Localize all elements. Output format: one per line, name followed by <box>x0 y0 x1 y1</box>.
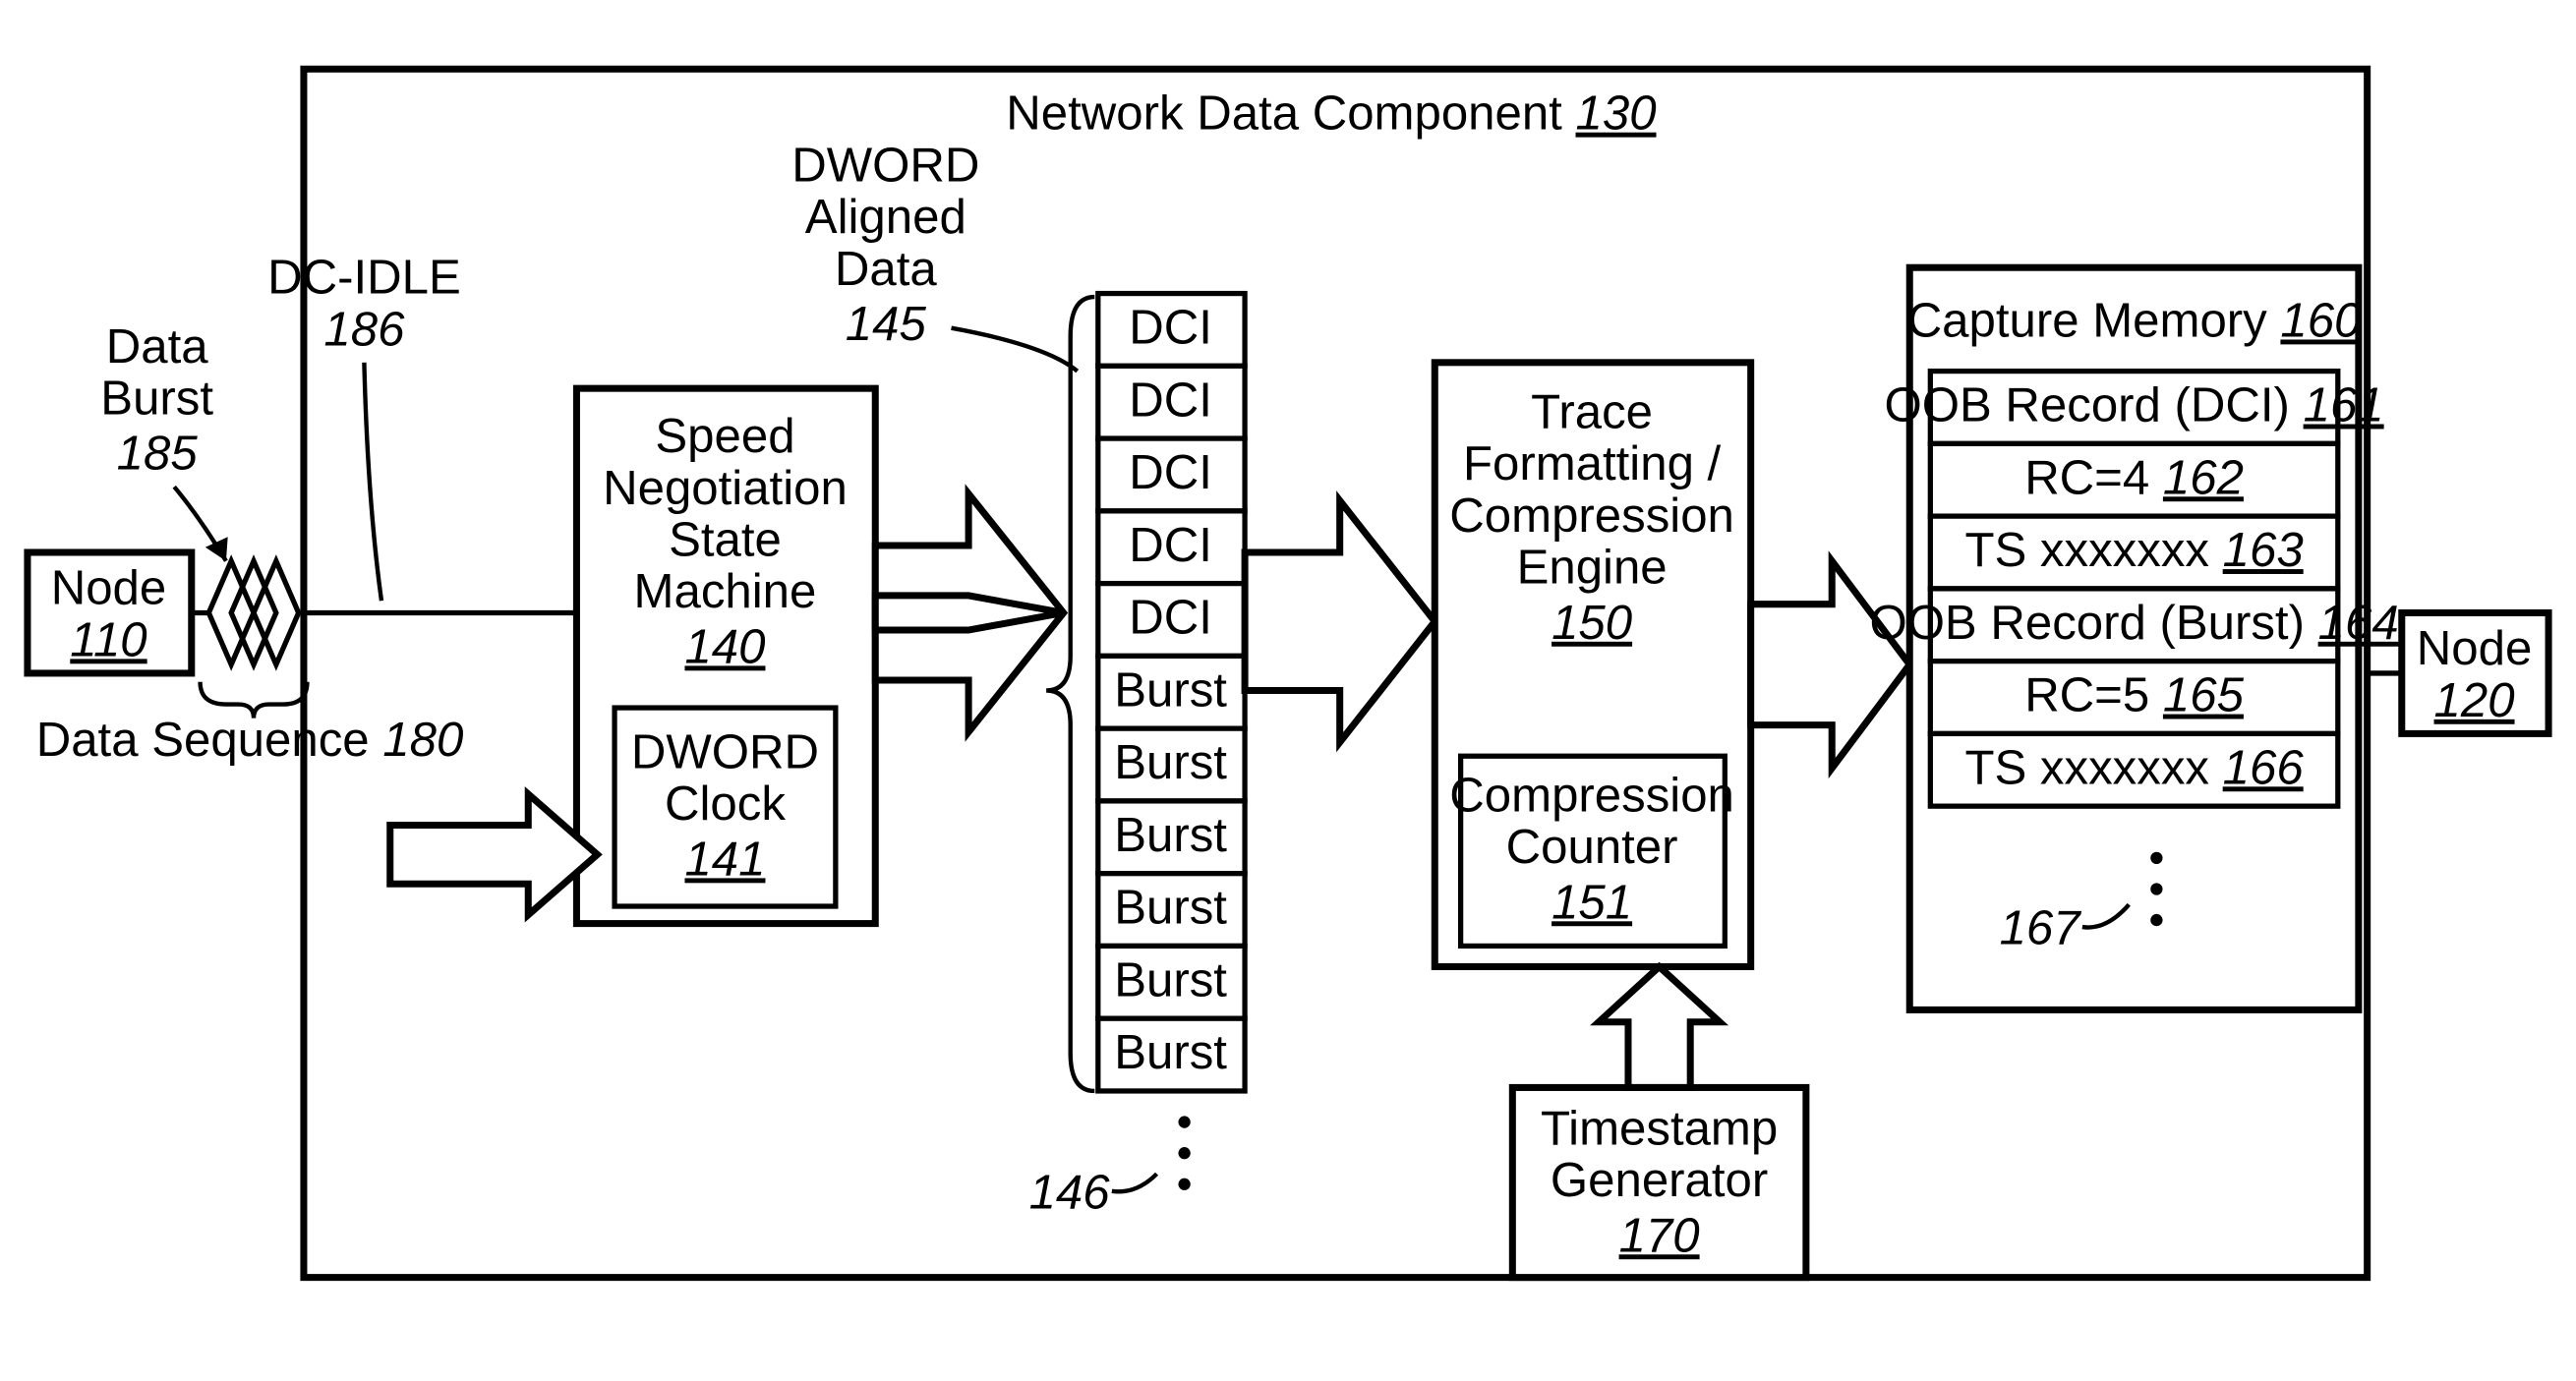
counter-ref: 151 <box>1551 875 1632 929</box>
dc-idle-label: DC-IDLE <box>267 251 461 305</box>
dword-clock-l1: DWORD <box>631 725 819 779</box>
aligned-row-2: DCI <box>1129 445 1212 499</box>
capture-title: Capture Memory 160 <box>1907 293 2362 347</box>
snsm-l2: Negotiation <box>603 461 848 515</box>
aligned-row-6: Burst <box>1114 735 1227 789</box>
dc-idle-ref: 186 <box>323 302 405 356</box>
counter-l1: Compression <box>1449 768 1734 822</box>
data-burst-ref: 185 <box>117 427 199 481</box>
aligned-row-10: Burst <box>1114 1025 1227 1079</box>
capture-r1: RC=4 162 <box>2024 450 2244 504</box>
title-text: Network Data Component 130 <box>1006 86 1656 141</box>
engine-l4: Engine <box>1517 541 1668 595</box>
tsgen-l1: Timestamp <box>1541 1101 1778 1155</box>
aligned-ref: 145 <box>846 297 927 351</box>
tsgen-ref: 170 <box>1619 1208 1700 1262</box>
engine-l1: Trace <box>1531 385 1653 439</box>
aligned-l1: DWORD <box>791 138 979 192</box>
data-burst-arrowhead <box>205 537 228 561</box>
aligned-data-column: DCI DCI DCI DCI DCI Burst Burst Burst Bu… <box>1098 294 1245 1091</box>
tsgen-l2: Generator <box>1551 1153 1768 1207</box>
node-left-label: Node <box>51 561 167 615</box>
counter-l2: Counter <box>1506 820 1678 874</box>
capture-r5: TS xxxxxxx 166 <box>1964 740 2304 794</box>
aligned-l2: Aligned <box>805 190 966 244</box>
aligned-row-7: Burst <box>1114 808 1227 862</box>
capture-r0: OOB Record (DCI) 161 <box>1884 378 2383 432</box>
aligned-row-9: Burst <box>1114 952 1227 1007</box>
node-right-ref: 120 <box>2434 673 2515 727</box>
aligned-l3: Data <box>835 242 937 296</box>
engine-l2: Formatting / <box>1463 436 1722 490</box>
capture-r3: OOB Record (Burst) 164 <box>1869 596 2398 650</box>
data-burst-l2: Burst <box>100 371 213 425</box>
snsm-l4: Machine <box>634 564 817 618</box>
data-sequence-label: Data Sequence 180 <box>36 713 464 767</box>
aligned-row-3: DCI <box>1129 518 1212 572</box>
aligned-row-5: Burst <box>1114 662 1227 717</box>
dword-clock-l2: Clock <box>665 777 786 831</box>
engine-ref: 150 <box>1551 596 1632 650</box>
capture-rows: OOB Record (DCI) 161 RC=4 162 TS xxxxxxx… <box>1869 372 2398 807</box>
aligned-row-1: DCI <box>1129 373 1212 427</box>
aligned-row-4: DCI <box>1129 591 1212 645</box>
aligned-row-8: Burst <box>1114 881 1227 935</box>
snsm-l3: State <box>669 513 782 567</box>
capture-r2: TS xxxxxxx 163 <box>1964 523 2303 577</box>
node-right-label: Node <box>2417 621 2533 675</box>
aligned-row-0: DCI <box>1129 300 1212 354</box>
data-burst-l1: Data <box>106 319 208 374</box>
node-left-ref: 110 <box>70 612 146 666</box>
dword-clock-ref: 141 <box>684 832 765 886</box>
capture-r4: RC=5 165 <box>2024 668 2244 722</box>
engine-l3: Compression <box>1449 489 1734 543</box>
snsm-l1: Speed <box>655 409 794 463</box>
aligned-ell-ref: 146 <box>1029 1165 1111 1219</box>
snsm-ref: 140 <box>684 619 765 673</box>
capture-ell-ref: 167 <box>2000 901 2082 955</box>
